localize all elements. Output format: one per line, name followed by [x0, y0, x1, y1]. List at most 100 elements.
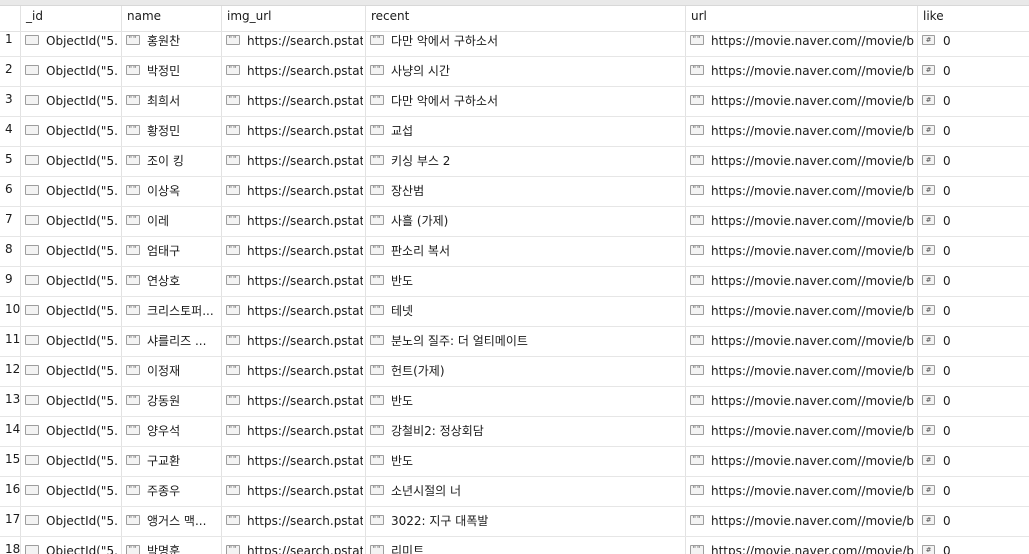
cell-recent[interactable]: "" 장산범: [366, 177, 686, 206]
table-row[interactable]: 7 ObjectId("5... "" 이레 "" https://search.psta…: [0, 207, 1029, 237]
cell-url[interactable]: "" https://movie.naver.com//movie/bi...: [686, 507, 918, 536]
cell-id[interactable]: ObjectId("5...: [21, 327, 122, 356]
cell-img-url[interactable]: "" https://search.pstati...: [222, 357, 366, 386]
cell-like[interactable]: #0: [918, 207, 1029, 236]
cell-img-url[interactable]: "" https://search.pstati...: [222, 297, 366, 326]
cell-url[interactable]: "" https://movie.naver.com//movie/bi...: [686, 447, 918, 476]
cell-id[interactable]: ObjectId("5...: [21, 447, 122, 476]
cell-img-url[interactable]: "" https://search.pstati...: [222, 87, 366, 116]
table-row[interactable]: 5 ObjectId("5... "" 조이 킹 "" https://search.ps…: [0, 147, 1029, 177]
cell-img-url[interactable]: "" https://search.pstati...: [222, 177, 366, 206]
cell-id[interactable]: ObjectId("5...: [21, 267, 122, 296]
cell-like[interactable]: #0: [918, 477, 1029, 506]
table-row[interactable]: 15 ObjectId("5... "" 구교환 "" https://search.ps…: [0, 447, 1029, 477]
cell-like[interactable]: #0: [918, 27, 1029, 56]
table-row[interactable]: 1 ObjectId("5... "" 홍원찬 "" https://search.pst…: [0, 27, 1029, 57]
cell-like[interactable]: #0: [918, 147, 1029, 176]
cell-url[interactable]: "" https://movie.naver.com//movie/bi...: [686, 237, 918, 266]
cell-name[interactable]: "" 구교환: [122, 447, 222, 476]
cell-id[interactable]: ObjectId("5...: [21, 417, 122, 446]
table-row[interactable]: 17 ObjectId("5... "" 앵거스 맥... "" https://sear…: [0, 507, 1029, 537]
cell-img-url[interactable]: "" https://search.pstati...: [222, 267, 366, 296]
cell-like[interactable]: #0: [918, 357, 1029, 386]
cell-url[interactable]: "" https://movie.naver.com//movie/bi...: [686, 417, 918, 446]
cell-url[interactable]: "" https://movie.naver.com//movie/bi...: [686, 177, 918, 206]
cell-recent[interactable]: "" 헌트(가제): [366, 357, 686, 386]
cell-id[interactable]: ObjectId("5...: [21, 177, 122, 206]
cell-id[interactable]: ObjectId("5...: [21, 477, 122, 506]
cell-like[interactable]: #0: [918, 57, 1029, 86]
cell-name[interactable]: "" 양우석: [122, 417, 222, 446]
cell-url[interactable]: "" https://movie.naver.com//movie/bi...: [686, 297, 918, 326]
table-row[interactable]: 9 ObjectId("5... "" 연상호 "" https://search.pst…: [0, 267, 1029, 297]
cell-img-url[interactable]: "" https://search.pstati...: [222, 27, 366, 56]
cell-recent[interactable]: "" 다만 악에서 구하소서: [366, 27, 686, 56]
table-row[interactable]: 12 ObjectId("5... "" 이정재 "" https://search.ps…: [0, 357, 1029, 387]
cell-recent[interactable]: "" 다만 악에서 구하소서: [366, 87, 686, 116]
cell-img-url[interactable]: "" https://search.pstati...: [222, 387, 366, 416]
table-row[interactable]: 3 ObjectId("5... "" 최희서 "" https://search.pst…: [0, 87, 1029, 117]
cell-recent[interactable]: "" 반도: [366, 267, 686, 296]
table-row[interactable]: 2 ObjectId("5... "" 박정민 "" https://search.pst…: [0, 57, 1029, 87]
cell-name[interactable]: "" 박정민: [122, 57, 222, 86]
cell-url[interactable]: "" https://movie.naver.com//movie/bi...: [686, 147, 918, 176]
cell-id[interactable]: ObjectId("5...: [21, 57, 122, 86]
cell-id[interactable]: ObjectId("5...: [21, 237, 122, 266]
cell-name[interactable]: "" 박명훈: [122, 537, 222, 554]
cell-url[interactable]: "" https://movie.naver.com//movie/bi...: [686, 207, 918, 236]
cell-img-url[interactable]: "" https://search.pstati...: [222, 537, 366, 554]
cell-name[interactable]: "" 홍원찬: [122, 27, 222, 56]
cell-like[interactable]: #0: [918, 87, 1029, 116]
cell-url[interactable]: "" https://movie.naver.com//movie/bi...: [686, 387, 918, 416]
table-row[interactable]: 16 ObjectId("5... "" 주종우 "" https://search.ps…: [0, 477, 1029, 507]
cell-img-url[interactable]: "" https://search.pstati...: [222, 117, 366, 146]
table-row[interactable]: 13 ObjectId("5... "" 강동원 "" https://search.ps…: [0, 387, 1029, 417]
cell-recent[interactable]: "" 테넷: [366, 297, 686, 326]
cell-url[interactable]: "" https://movie.naver.com//movie/bi...: [686, 477, 918, 506]
cell-name[interactable]: "" 이정재: [122, 357, 222, 386]
table-row[interactable]: 14 ObjectId("5... "" 양우석 "" https://search.ps…: [0, 417, 1029, 447]
cell-recent[interactable]: "" 3022: 지구 대폭발: [366, 507, 686, 536]
cell-img-url[interactable]: "" https://search.pstati...: [222, 417, 366, 446]
cell-recent[interactable]: "" 리미트: [366, 537, 686, 554]
cell-name[interactable]: "" 최희서: [122, 87, 222, 116]
cell-img-url[interactable]: "" https://search.pstati...: [222, 507, 366, 536]
cell-name[interactable]: "" 샤를리즈 ...: [122, 327, 222, 356]
cell-recent[interactable]: "" 교섭: [366, 117, 686, 146]
cell-like[interactable]: #0: [918, 387, 1029, 416]
cell-recent[interactable]: "" 사흘 (가제): [366, 207, 686, 236]
cell-name[interactable]: "" 강동원: [122, 387, 222, 416]
cell-img-url[interactable]: "" https://search.pstati...: [222, 237, 366, 266]
cell-name[interactable]: "" 크리스토퍼...: [122, 297, 222, 326]
cell-name[interactable]: "" 앵거스 맥...: [122, 507, 222, 536]
cell-like[interactable]: #0: [918, 537, 1029, 554]
table-row[interactable]: 8 ObjectId("5... "" 엄태구 "" https://search.pst…: [0, 237, 1029, 267]
cell-like[interactable]: #0: [918, 507, 1029, 536]
table-row[interactable]: 11 ObjectId("5... "" 샤를리즈 ... "" https://sear…: [0, 327, 1029, 357]
cell-id[interactable]: ObjectId("5...: [21, 357, 122, 386]
cell-img-url[interactable]: "" https://search.pstati...: [222, 147, 366, 176]
cell-id[interactable]: ObjectId("5...: [21, 87, 122, 116]
cell-like[interactable]: #0: [918, 237, 1029, 266]
cell-recent[interactable]: "" 키싱 부스 2: [366, 147, 686, 176]
cell-url[interactable]: "" https://movie.naver.com//movie/bi...: [686, 267, 918, 296]
cell-like[interactable]: #0: [918, 117, 1029, 146]
cell-recent[interactable]: "" 강철비2: 정상회담: [366, 417, 686, 446]
table-row[interactable]: 4 ObjectId("5... "" 황정민 "" https://search.pst…: [0, 117, 1029, 147]
cell-like[interactable]: #0: [918, 297, 1029, 326]
cell-name[interactable]: "" 황정민: [122, 117, 222, 146]
cell-id[interactable]: ObjectId("5...: [21, 207, 122, 236]
cell-url[interactable]: "" https://movie.naver.com//movie/bi...: [686, 87, 918, 116]
cell-name[interactable]: "" 주종우: [122, 477, 222, 506]
cell-name[interactable]: "" 조이 킹: [122, 147, 222, 176]
cell-id[interactable]: ObjectId("5...: [21, 117, 122, 146]
cell-like[interactable]: #0: [918, 267, 1029, 296]
cell-url[interactable]: "" https://movie.naver.com//movie/bi...: [686, 27, 918, 56]
cell-recent[interactable]: "" 소년시절의 너: [366, 477, 686, 506]
cell-name[interactable]: "" 이레: [122, 207, 222, 236]
cell-img-url[interactable]: "" https://search.pstati...: [222, 327, 366, 356]
cell-recent[interactable]: "" 분노의 질주: 더 얼티메이트: [366, 327, 686, 356]
cell-url[interactable]: "" https://movie.naver.com//movie/bi...: [686, 327, 918, 356]
cell-url[interactable]: "" https://movie.naver.com//movie/bi...: [686, 117, 918, 146]
cell-name[interactable]: "" 연상호: [122, 267, 222, 296]
